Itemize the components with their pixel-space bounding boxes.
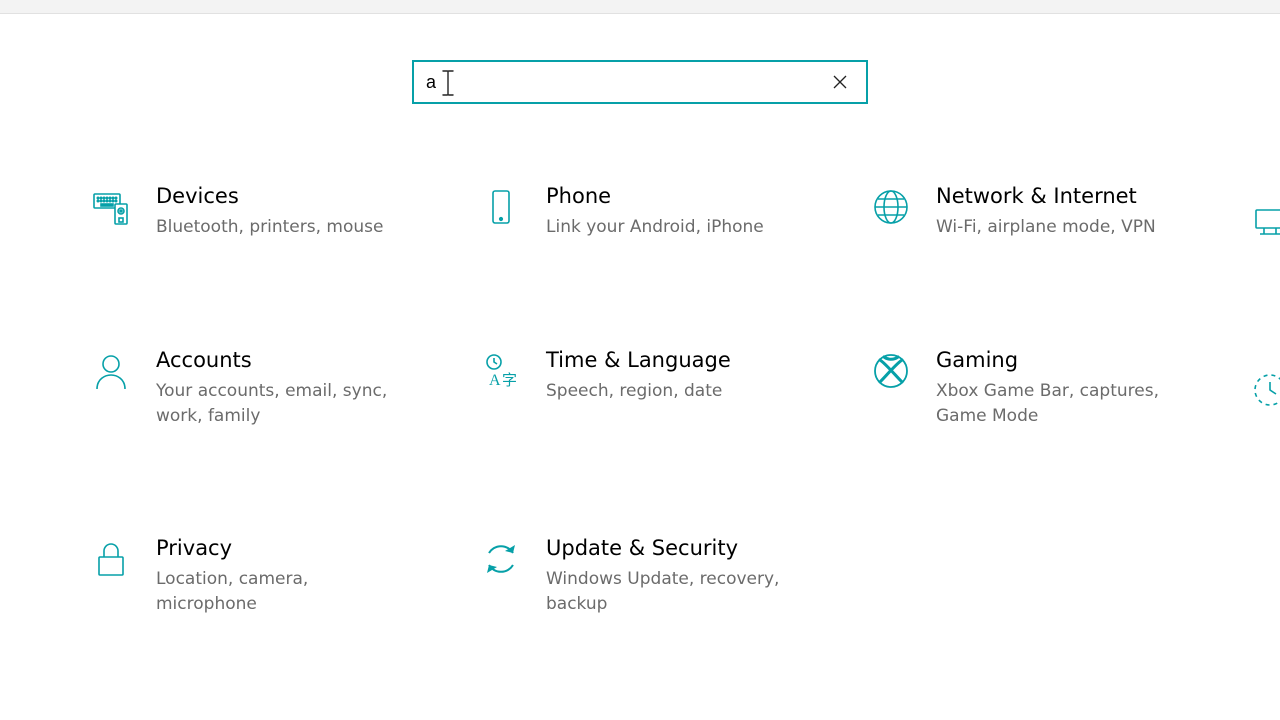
search-input[interactable] bbox=[424, 72, 824, 93]
settings-grid: Devices Bluetooth, printers, mouse Phone… bbox=[0, 184, 1280, 617]
lock-icon bbox=[90, 538, 132, 580]
title-bar bbox=[0, 0, 1280, 14]
partial-tile-icon bbox=[1250, 370, 1280, 414]
tile-network[interactable]: Network & Internet Wi-Fi, airplane mode,… bbox=[870, 184, 1210, 240]
tile-desc: Speech, region, date bbox=[546, 379, 731, 404]
phone-icon bbox=[480, 186, 522, 228]
tile-time-language[interactable]: A 字 Time & Language Speech, region, date bbox=[480, 348, 820, 428]
search-container bbox=[0, 14, 1280, 184]
tile-title: Gaming bbox=[936, 348, 1176, 373]
tile-desc: Your accounts, email, sync, work, family bbox=[156, 379, 396, 428]
tile-desc: Location, camera, microphone bbox=[156, 567, 396, 616]
tile-title: Privacy bbox=[156, 536, 396, 561]
clear-search-button[interactable] bbox=[824, 66, 856, 98]
tile-accounts[interactable]: Accounts Your accounts, email, sync, wor… bbox=[90, 348, 430, 428]
time-language-icon: A 字 bbox=[480, 350, 522, 392]
person-icon bbox=[90, 350, 132, 392]
tile-title: Accounts bbox=[156, 348, 396, 373]
svg-text:A: A bbox=[489, 372, 501, 389]
xbox-icon bbox=[870, 350, 912, 392]
tile-desc: Windows Update, recovery, backup bbox=[546, 567, 786, 616]
close-icon bbox=[833, 75, 847, 89]
tile-desc: Xbox Game Bar, captures, Game Mode bbox=[936, 379, 1176, 428]
globe-icon bbox=[870, 186, 912, 228]
sync-icon bbox=[480, 538, 522, 580]
search-box[interactable] bbox=[412, 60, 868, 104]
tile-title: Update & Security bbox=[546, 536, 786, 561]
devices-icon bbox=[90, 186, 132, 228]
tile-gaming[interactable]: Gaming Xbox Game Bar, captures, Game Mod… bbox=[870, 348, 1210, 428]
svg-text:字: 字 bbox=[502, 372, 517, 389]
tile-title: Devices bbox=[156, 184, 383, 209]
tile-devices[interactable]: Devices Bluetooth, printers, mouse bbox=[90, 184, 430, 240]
tile-desc: Link your Android, iPhone bbox=[546, 215, 764, 240]
tile-privacy[interactable]: Privacy Location, camera, microphone bbox=[90, 536, 430, 616]
tile-update-security[interactable]: Update & Security Windows Update, recove… bbox=[480, 536, 820, 616]
tile-phone[interactable]: Phone Link your Android, iPhone bbox=[480, 184, 820, 240]
tile-title: Time & Language bbox=[546, 348, 731, 373]
partial-tile-icon bbox=[1250, 202, 1280, 246]
tile-desc: Bluetooth, printers, mouse bbox=[156, 215, 383, 240]
tile-title: Network & Internet bbox=[936, 184, 1156, 209]
tile-desc: Wi-Fi, airplane mode, VPN bbox=[936, 215, 1156, 240]
tile-title: Phone bbox=[546, 184, 764, 209]
